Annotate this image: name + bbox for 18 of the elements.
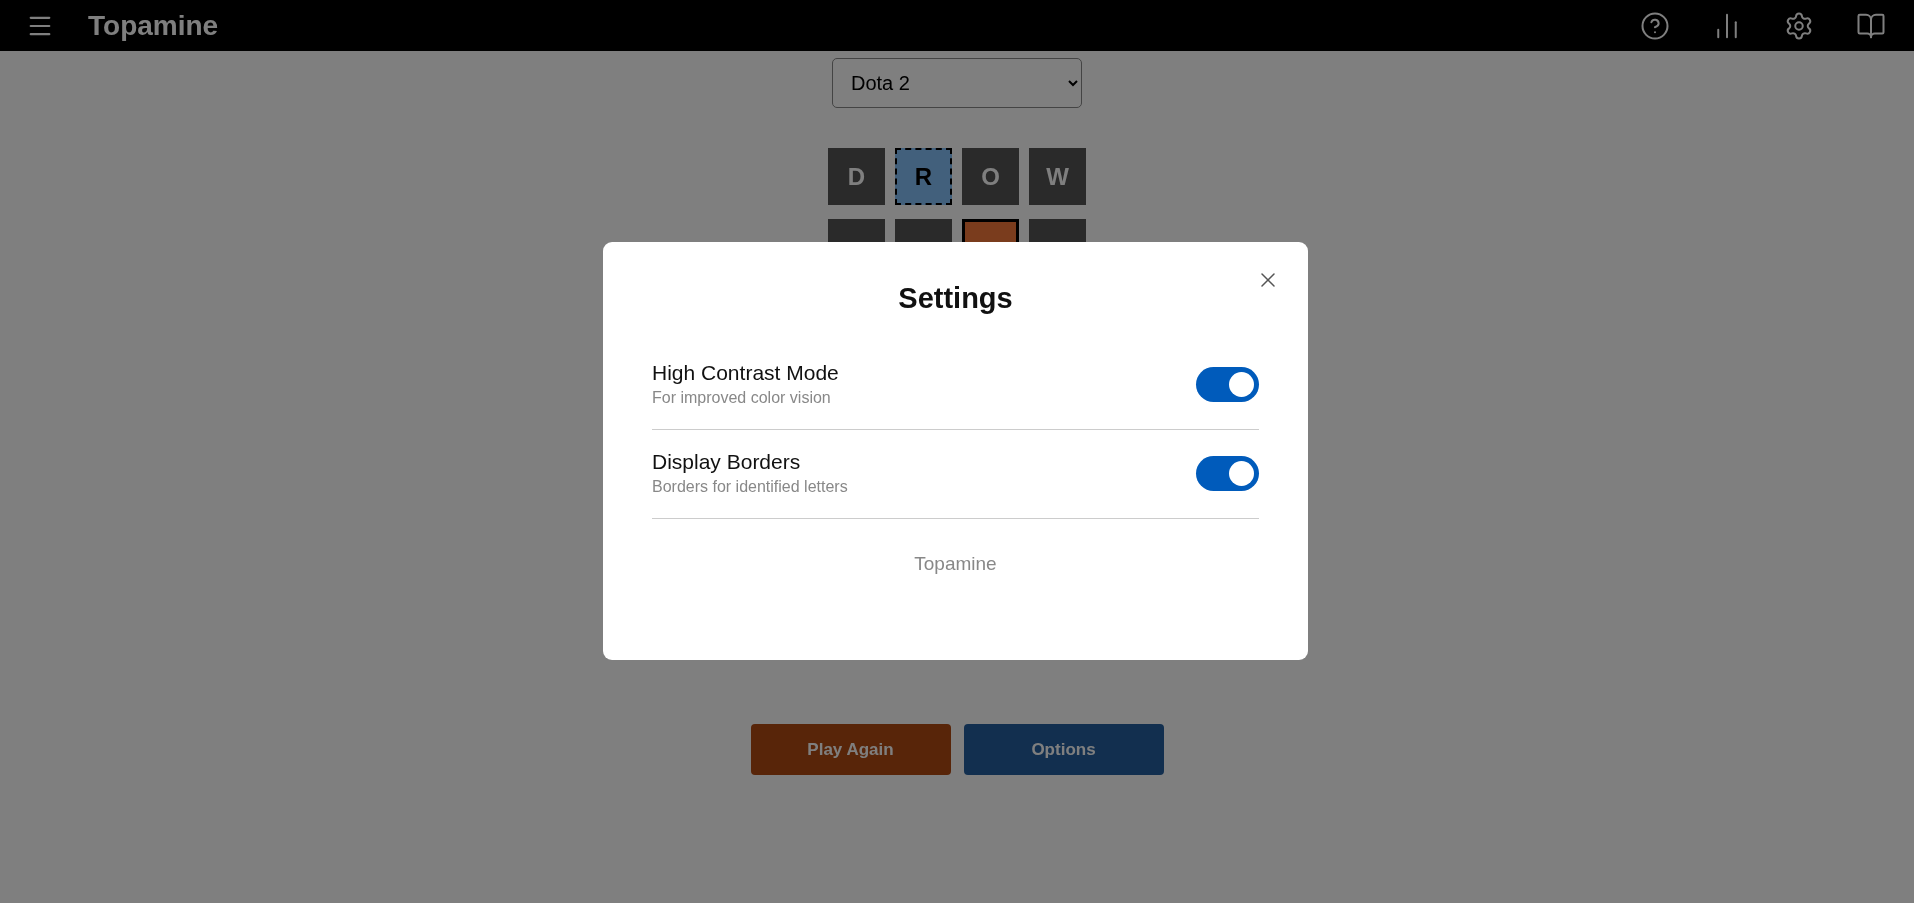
letter-tile: D (828, 148, 885, 205)
game-select[interactable]: Dota 2 (832, 58, 1082, 108)
letter-tile: R (895, 148, 952, 205)
toggle-switch[interactable] (1196, 366, 1259, 402)
dialog-title: Settings (898, 282, 1013, 315)
app-title: Topamine (88, 9, 220, 42)
setting-description: Borders for identified letters (652, 478, 848, 496)
setting-description: For improved color vision (652, 389, 832, 407)
letter-tile: O (962, 148, 1019, 205)
help-icon[interactable] (1640, 10, 1670, 41)
settings-icon[interactable] (1784, 10, 1814, 41)
setting-label: High Contrast Mode (652, 361, 839, 385)
setting-label: Display Borders (652, 450, 802, 474)
footer-text: Topamine (914, 553, 997, 575)
letter-tile: W (1029, 148, 1086, 205)
play-again-button[interactable]: Play Again (750, 724, 951, 775)
options-button[interactable]: Options (963, 724, 1164, 775)
toggle-switch[interactable] (1196, 455, 1259, 491)
